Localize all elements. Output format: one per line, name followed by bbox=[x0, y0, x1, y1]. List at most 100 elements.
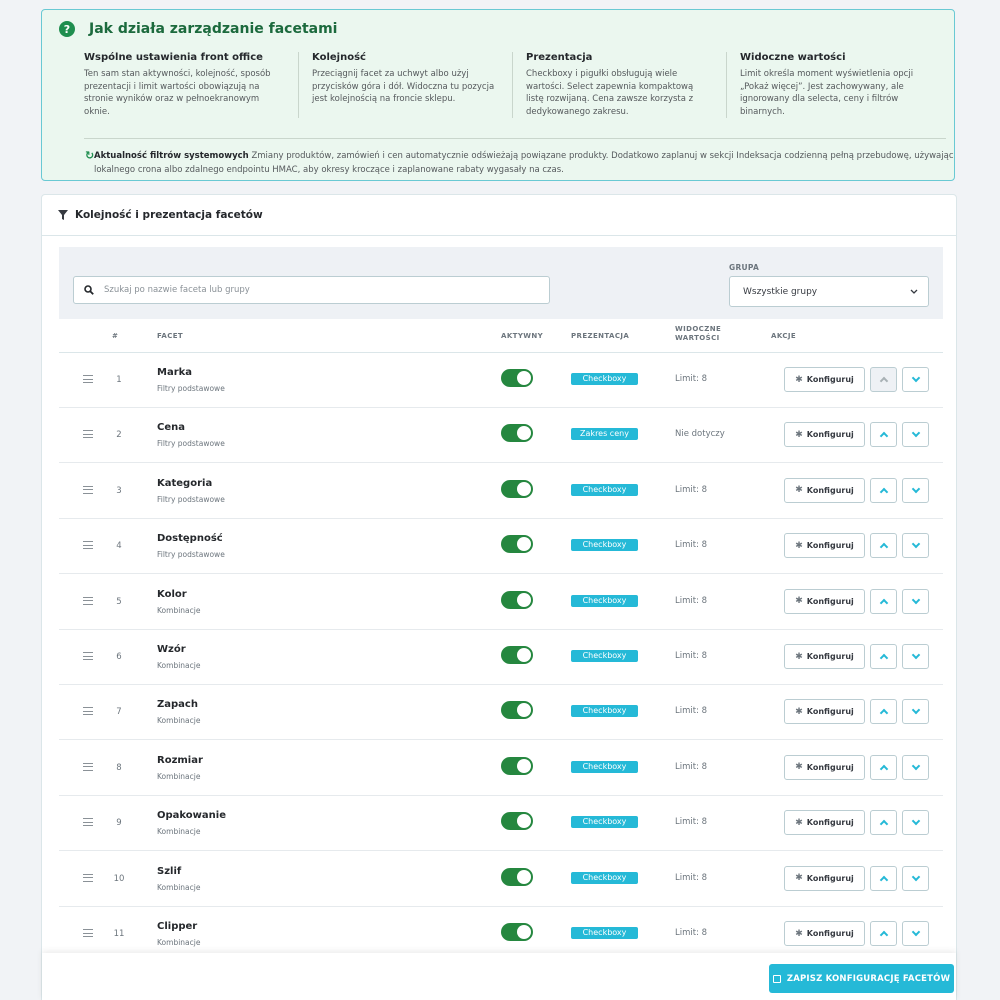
move-down-button[interactable] bbox=[902, 533, 929, 559]
row-number: 4 bbox=[116, 541, 122, 552]
active-toggle[interactable] bbox=[501, 479, 533, 498]
drag-handle-icon[interactable] bbox=[83, 929, 93, 937]
configure-button-label: Konfiguruj bbox=[806, 873, 854, 883]
active-toggle[interactable] bbox=[501, 646, 533, 664]
active-toggle[interactable] bbox=[501, 923, 533, 941]
search-input[interactable]: Szukaj po nazwie faceta lub grupy bbox=[73, 276, 550, 304]
configure-button[interactable]: ✱ Konfiguruj bbox=[784, 921, 865, 946]
table-row: 6 Wzór Kombinacje Checkboxy Limit: 8 ✱ Konfigu… bbox=[59, 630, 943, 685]
move-up-button[interactable] bbox=[870, 754, 897, 780]
drag-handle-icon[interactable] bbox=[83, 430, 93, 439]
move-up-button[interactable] bbox=[870, 588, 897, 614]
facet-group: Filtry podstawowe bbox=[157, 439, 225, 449]
move-down-button[interactable] bbox=[902, 921, 929, 946]
move-up-button[interactable] bbox=[870, 865, 897, 891]
chevron-down-icon bbox=[911, 539, 920, 549]
move-up-button[interactable] bbox=[870, 921, 897, 946]
move-down-button[interactable] bbox=[902, 865, 929, 891]
configure-button[interactable]: ✱ Konfiguruj bbox=[784, 644, 865, 669]
save-button[interactable]: ZAPISZ KONFIGURACJĘ FACETÓW bbox=[769, 964, 954, 993]
move-up-button[interactable] bbox=[870, 422, 897, 448]
drag-handle-icon[interactable] bbox=[83, 485, 93, 494]
table-row: 1 Marka Filtry podstawowe Checkboxy Limit: 8… bbox=[59, 353, 943, 408]
configure-button[interactable]: ✱ Konfiguruj bbox=[784, 588, 865, 614]
move-down-button[interactable] bbox=[902, 699, 929, 725]
chevron-down-icon bbox=[911, 484, 920, 494]
visible-values: Limit: 8 bbox=[675, 928, 708, 938]
info-column-text: Przeciągnij facet za uchwyt albo użyj pr… bbox=[312, 69, 495, 104]
configure-button[interactable]: ✱ Konfiguruj bbox=[784, 367, 865, 392]
facet-name: Kategoria bbox=[157, 477, 213, 489]
save-button-label: ZAPISZ KONFIGURACJĘ FACETÓW bbox=[786, 973, 951, 984]
row-number: 11 bbox=[113, 929, 125, 939]
table-row: 4 Dostępność Filtry podstawowe Checkboxy Lim… bbox=[59, 519, 943, 575]
table-row: 5 Kolor Kombinacje Checkboxy Limit: 8 ✱ Konfig… bbox=[59, 575, 943, 630]
active-toggle[interactable] bbox=[501, 867, 533, 886]
configure-button[interactable]: ✱ Konfiguruj bbox=[784, 865, 865, 891]
move-up-button[interactable] bbox=[870, 367, 897, 392]
active-toggle[interactable] bbox=[501, 424, 533, 443]
active-toggle[interactable] bbox=[501, 369, 533, 387]
move-up-button[interactable] bbox=[870, 477, 897, 503]
configure-button[interactable]: ✱ Konfiguruj bbox=[784, 810, 865, 836]
active-toggle[interactable] bbox=[501, 756, 533, 775]
presentation-badge: Checkboxy bbox=[571, 539, 638, 552]
drag-handle-icon[interactable] bbox=[83, 375, 93, 383]
move-down-button[interactable] bbox=[902, 644, 929, 669]
info-column: Kolejność Przeciągnij facet za uchwyt al… bbox=[298, 52, 514, 118]
group-select[interactable]: Wszystkie grupy bbox=[729, 276, 929, 307]
info-column-heading: Prezentacja bbox=[526, 52, 593, 63]
active-toggle[interactable] bbox=[501, 590, 533, 609]
chevron-down-icon bbox=[911, 761, 920, 771]
move-down-button[interactable] bbox=[902, 422, 929, 448]
info-column-heading: Wspólne ustawienia front office bbox=[84, 52, 263, 63]
facet-name: Kolor bbox=[157, 588, 187, 600]
move-down-button[interactable] bbox=[902, 367, 929, 392]
drag-handle-icon[interactable] bbox=[83, 652, 93, 660]
move-up-button[interactable] bbox=[870, 533, 897, 559]
move-up-button[interactable] bbox=[870, 810, 897, 836]
active-toggle[interactable] bbox=[501, 535, 533, 554]
configure-button-label: Konfiguruj bbox=[806, 707, 854, 717]
group-select-value: Wszystkie grupy bbox=[743, 286, 818, 297]
facet-group: Kombinacje bbox=[157, 827, 201, 837]
drag-handle-icon[interactable] bbox=[83, 707, 93, 716]
drag-handle-icon[interactable] bbox=[83, 541, 93, 550]
visible-values: Limit: 8 bbox=[675, 817, 708, 828]
move-down-button[interactable] bbox=[902, 754, 929, 780]
facet-group: Kombinacje bbox=[157, 716, 201, 726]
facets-card: Kolejność i prezentacja facetów Szukaj p… bbox=[41, 194, 957, 1000]
move-up-button[interactable] bbox=[870, 644, 897, 669]
info-header: ? Jak działa zarządzanie facetami bbox=[59, 21, 337, 37]
drag-handle-icon[interactable] bbox=[83, 596, 93, 605]
chevron-down-icon bbox=[911, 373, 920, 383]
active-toggle[interactable] bbox=[501, 812, 533, 831]
facet-group: Kombinacje bbox=[157, 771, 201, 781]
chevron-down-icon bbox=[911, 429, 920, 438]
configure-button[interactable]: ✱ Konfiguruj bbox=[784, 699, 865, 725]
move-down-button[interactable] bbox=[902, 588, 929, 614]
chevron-down-icon bbox=[911, 816, 920, 826]
move-down-button[interactable] bbox=[902, 477, 929, 503]
facet-name: Zapach bbox=[157, 699, 198, 711]
active-toggle[interactable] bbox=[501, 701, 533, 720]
chevron-up-icon bbox=[879, 598, 888, 607]
configure-button[interactable]: ✱ Konfiguruj bbox=[784, 754, 865, 780]
configure-button[interactable]: ✱ Konfiguruj bbox=[784, 533, 865, 559]
chevron-down-icon bbox=[910, 289, 918, 294]
configure-button[interactable]: ✱ Konfiguruj bbox=[784, 422, 865, 448]
row-number: 5 bbox=[116, 596, 122, 607]
move-down-button[interactable] bbox=[902, 810, 929, 836]
drag-handle-icon[interactable] bbox=[83, 818, 93, 827]
row-number: 8 bbox=[116, 762, 122, 773]
drag-handle-icon[interactable] bbox=[83, 762, 93, 771]
chevron-up-icon bbox=[879, 709, 888, 718]
configure-button[interactable]: ✱ Konfiguruj bbox=[784, 477, 865, 503]
header-num: # bbox=[112, 332, 119, 340]
move-up-button[interactable] bbox=[870, 699, 897, 725]
gear-icon: ✱ bbox=[795, 762, 803, 773]
configure-button-label: Konfiguruj bbox=[806, 430, 854, 440]
configure-button-label: Konfiguruj bbox=[806, 818, 854, 828]
info-column: Wspólne ustawienia front office Ten sam … bbox=[84, 52, 300, 118]
drag-handle-icon[interactable] bbox=[83, 873, 93, 882]
